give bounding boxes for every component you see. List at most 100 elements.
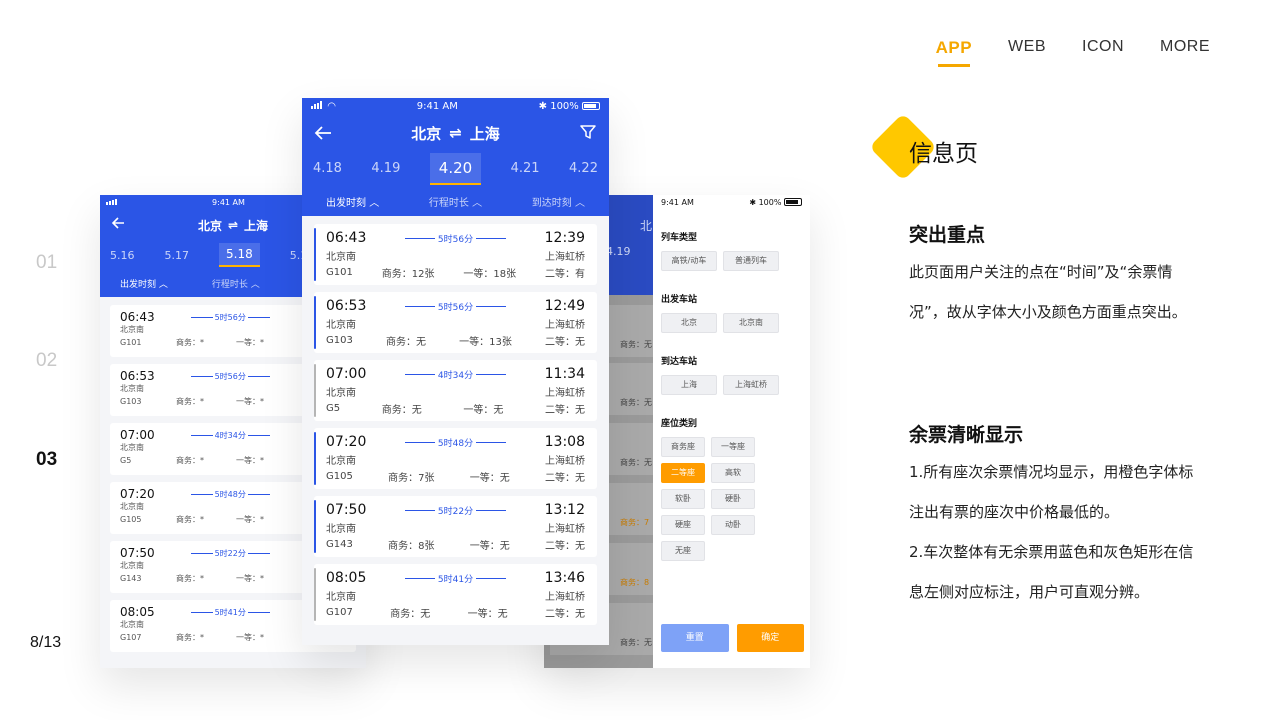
filter-icon[interactable]: [579, 123, 597, 145]
filter-option[interactable]: 二等座: [661, 463, 705, 483]
filter-option[interactable]: 动卧: [711, 515, 755, 535]
first-class-seat: 一等：18张: [463, 269, 517, 280]
center-date-tab[interactable]: 4.21: [511, 161, 540, 176]
right-bg-title: 北: [640, 219, 653, 233]
background-seat-text: 商务：无: [620, 638, 652, 647]
index-02[interactable]: 02: [36, 350, 57, 372]
filter-section-title: 出发车站: [661, 295, 698, 305]
filter-option[interactable]: 一等座: [711, 437, 755, 457]
train-number: G101: [120, 338, 142, 347]
train-number: G107: [120, 633, 142, 642]
center-date-tab[interactable]: 4.19: [371, 161, 400, 176]
filter-option[interactable]: 硬座: [661, 515, 705, 535]
arrive-time: 12:49: [544, 298, 585, 314]
center-status-right: ✱ 100%: [539, 101, 600, 112]
depart-station: 北京南: [326, 456, 356, 467]
nav-web[interactable]: WEB: [1008, 38, 1046, 58]
train-number: G5: [120, 456, 132, 465]
back-arrow-icon[interactable]: [110, 215, 126, 234]
filter-option[interactable]: 高铁/动车: [661, 251, 717, 271]
business-seat: 商务：*: [176, 456, 204, 465]
depart-time: 06:43: [326, 230, 367, 246]
filter-section: 座位类别 商务座 一等座 二等座 高软 软卧 硬卧 硬座 动卧 无座: [661, 416, 802, 561]
duration: 5时48分: [189, 489, 272, 500]
left-sort-duration-label: 行程时长: [211, 279, 248, 290]
nav-icon[interactable]: ICON: [1082, 38, 1124, 58]
left-sort-depart[interactable]: 出发时刻 ︿: [120, 277, 168, 290]
center-status-time: 9:41 AM: [416, 101, 458, 112]
left-date-tab[interactable]: 5.17: [165, 249, 190, 262]
filter-options: 上海 上海虹桥: [661, 375, 802, 395]
background-seat-text: 商务：无: [620, 458, 652, 467]
sort-up-icon: ︿: [472, 197, 483, 209]
train-number: G107: [326, 607, 353, 618]
left-date-tab-active[interactable]: 5.18: [219, 243, 260, 267]
sort-up-icon: ︿: [369, 197, 380, 209]
sort-depart[interactable]: 出发时刻 ︿: [326, 194, 379, 209]
train-card[interactable]: 07:20 5时48分 13:08 北京南 上海虹桥 G105 商务：7张 一等：无 二等：无: [314, 428, 597, 489]
arrive-station: 上海虹桥: [545, 524, 585, 535]
first-class-seat: 一等：*: [236, 515, 264, 524]
swap-icon[interactable]: ⇌: [228, 218, 238, 232]
business-seat: 商务：*: [176, 338, 204, 347]
first-class-seat: 一等：无: [463, 405, 504, 416]
left-sort-duration[interactable]: 行程时长 ︿: [212, 277, 260, 290]
filter-option[interactable]: 高软: [711, 463, 755, 483]
business-seat: 商务：8张: [388, 541, 435, 552]
drawer-battery-text: 100%: [758, 197, 782, 207]
filter-option[interactable]: 普通列车: [723, 251, 779, 271]
first-class-seat: 一等：13张: [459, 337, 512, 348]
left-date-tab[interactable]: 5.16: [110, 249, 135, 262]
duration: 4时34分: [189, 430, 272, 441]
depart-station: 北京南: [120, 502, 144, 511]
drawer-status-time: 9:41 AM: [661, 197, 694, 207]
train-card[interactable]: 07:50 5时22分 13:12 北京南 上海虹桥 G143 商务：8张 一等：无 二等：无: [314, 496, 597, 557]
filter-option[interactable]: 硬卧: [711, 489, 755, 509]
left-title-from: 北京: [197, 218, 222, 233]
battery-icon: [784, 198, 802, 206]
train-number: G143: [326, 539, 353, 550]
swap-icon[interactable]: ⇌: [449, 124, 462, 142]
filter-option[interactable]: 北京南: [723, 313, 779, 333]
sort-arrive[interactable]: 到达时刻 ︿: [532, 194, 585, 209]
train-card[interactable]: 06:43 5时56分 12:39 北京南 上海虹桥 G101 商务：12张 一等：18张 二等…: [314, 224, 597, 285]
confirm-button[interactable]: 确定: [736, 624, 804, 652]
center-date-tab[interactable]: 4.18: [313, 161, 342, 176]
filter-section-title: 到达车站: [661, 357, 698, 367]
depart-station: 北京南: [120, 325, 144, 334]
business-seat: 商务：12张: [381, 269, 435, 280]
paragraph-tickets-1: 1.所有座次余票情况均显示，用橙色字体标注出有票的座次中价格最低的。: [909, 463, 1194, 521]
background-seat-text: 商务：8: [620, 578, 650, 587]
train-number: G103: [326, 335, 353, 346]
index-03[interactable]: 03: [36, 449, 57, 471]
business-seat: 商务：无: [385, 337, 426, 348]
center-date-tab-active[interactable]: 4.20: [429, 152, 482, 185]
center-title-from: 北京: [411, 124, 442, 143]
paragraph-highlight: 此页面用户关注的点在“时间”及“余票情况”，故从字体大小及颜色方面重点突出。: [909, 263, 1187, 321]
filter-options: 商务座 一等座 二等座 高软 软卧 硬卧 硬座 动卧 无座: [661, 437, 802, 561]
back-arrow-icon[interactable]: [313, 123, 333, 147]
index-01[interactable]: 01: [36, 252, 57, 274]
duration: 5时41分: [402, 572, 509, 585]
filter-option[interactable]: 无座: [661, 541, 705, 561]
depart-time: 08:05: [120, 605, 155, 619]
arrive-station: 上海虹桥: [545, 320, 585, 331]
nav-app[interactable]: APP: [936, 38, 972, 67]
filter-option[interactable]: 上海: [661, 375, 717, 395]
filter-option[interactable]: 软卧: [661, 489, 705, 509]
arrive-time: 11:34: [544, 366, 585, 382]
filter-option[interactable]: 商务座: [661, 437, 705, 457]
sort-duration[interactable]: 行程时长 ︿: [429, 194, 482, 209]
nav-more[interactable]: MORE: [1160, 38, 1210, 58]
filter-option[interactable]: 北京: [661, 313, 717, 333]
filter-option[interactable]: 上海虹桥: [723, 375, 779, 395]
sort-depart-label: 出发时刻: [326, 197, 366, 209]
train-card[interactable]: 06:53 5时56分 12:49 北京南 上海虹桥 G103 商务：无 一等：13张 二等：无: [314, 292, 597, 353]
reset-button[interactable]: 重置: [661, 624, 729, 652]
train-card[interactable]: 08:05 5时41分 13:46 北京南 上海虹桥 G107 商务：无 一等：无 二等：无: [314, 564, 597, 625]
first-class-seat: 一等：*: [236, 633, 264, 642]
second-class-seat: 二等：无: [544, 609, 585, 620]
battery-icon: [581, 102, 600, 110]
center-date-tab[interactable]: 4.22: [569, 161, 598, 176]
train-card[interactable]: 07:00 4时34分 11:34 北京南 上海虹桥 G5 商务：无 一等：无 二等：无: [314, 360, 597, 421]
